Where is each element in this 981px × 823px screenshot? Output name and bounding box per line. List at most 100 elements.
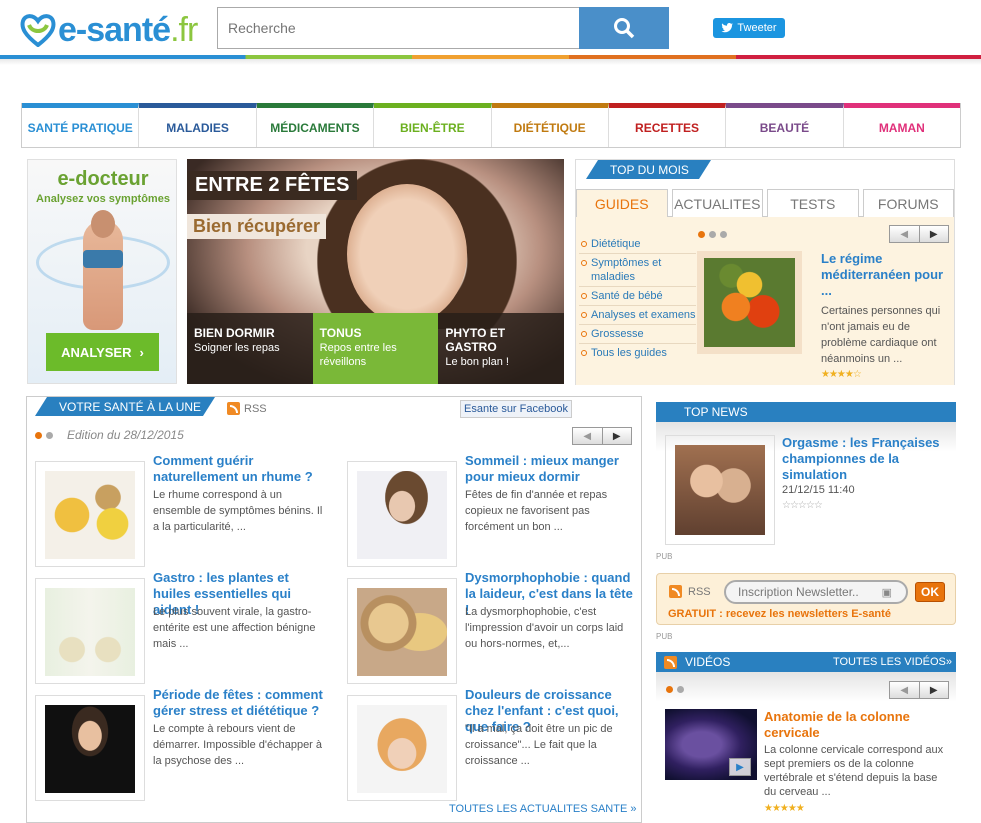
article-title[interactable]: Période de fêtes : comment gérer stress …	[153, 687, 323, 719]
carousel-dot[interactable]	[666, 686, 673, 693]
analyser-label: ANALYSER	[61, 344, 132, 360]
carousel-dot[interactable]	[35, 432, 42, 439]
pub-label: PUB	[656, 552, 673, 561]
carousel-dot[interactable]	[720, 231, 727, 238]
all-news-link[interactable]: TOUTES LES ACTUALITES SANTE »	[449, 803, 636, 815]
news-article[interactable]: Période de fêtes : comment gérer stress …	[27, 687, 327, 801]
site-logo[interactable]: e-santé.fr	[20, 10, 198, 50]
video-thumbnail[interactable]: ▶	[665, 709, 757, 780]
article-title[interactable]: Le régime méditerranéen pour ...	[821, 251, 946, 299]
news-article[interactable]: Gastro : les plantes et huiles essentiel…	[27, 570, 327, 684]
next-arrow-icon[interactable]: ▶	[920, 226, 949, 242]
guide-link[interactable]: Analyses et examens	[579, 306, 696, 325]
play-icon[interactable]: ▶	[729, 758, 751, 776]
top-news-date: 21/12/15 11:40	[782, 484, 855, 496]
tab-forums[interactable]: FORUMS	[862, 189, 954, 217]
article-title[interactable]: Comment guérir naturellement un rhume ?	[153, 453, 323, 485]
tab-tests[interactable]: TESTS	[767, 189, 859, 217]
newsletter-input[interactable]: Inscription Newsletter.. ▣	[724, 580, 908, 604]
rss-link[interactable]: RSS	[669, 585, 711, 598]
edition-date: Edition du 28/12/2015	[67, 428, 184, 442]
rating-stars: ★★★★★	[764, 803, 805, 814]
news-article[interactable]: Comment guérir naturellement un rhume ? …	[27, 453, 327, 567]
carousel-dot[interactable]	[709, 231, 716, 238]
carousel-dots	[666, 686, 684, 693]
newsletter-promo[interactable]: GRATUIT : recevez les newsletters E-sant…	[668, 608, 891, 620]
nav-tab-dietetique[interactable]: DIÉTÉTIQUE	[491, 103, 609, 147]
article-desc: Le compte à rebours vient de démarrer. I…	[153, 723, 323, 767]
tweet-label: Tweeter	[737, 22, 777, 34]
vegetables-image	[704, 258, 795, 347]
hero-tab-phyto-gastro[interactable]: PHYTO ET GASTRO Le bon plan !	[438, 313, 564, 384]
child-image	[357, 705, 447, 793]
rss-icon[interactable]	[664, 655, 677, 669]
guide-link[interactable]: Diététique	[579, 235, 696, 254]
top-news-thumbnail[interactable]	[665, 435, 775, 545]
guide-link[interactable]: Santé de bébé	[579, 287, 696, 306]
sleeping-woman-image	[357, 471, 447, 559]
article-thumbnail[interactable]	[347, 461, 457, 567]
chevron-right-icon: ›	[139, 344, 144, 360]
logo-text: e-santé	[58, 10, 171, 49]
article-desc: Le rhume correspond à un ensemble de sym…	[153, 489, 323, 533]
prev-arrow-icon[interactable]: ◀	[890, 682, 920, 698]
article-thumbnail[interactable]	[35, 461, 145, 567]
nav-tab-beaute[interactable]: BEAUTÉ	[726, 103, 844, 147]
newsletter-ok-button[interactable]: OK	[915, 582, 945, 602]
top-news-title[interactable]: Orgasme : les Françaises championnes de …	[782, 435, 947, 483]
nav-tab-recettes[interactable]: RECETTES	[608, 103, 727, 147]
nav-tab-maman[interactable]: MAMAN	[843, 103, 960, 147]
nav-tab-maladies[interactable]: MALADIES	[139, 103, 257, 147]
news-article[interactable]: Dysmorphophobie : quand la laideur, c'es…	[339, 570, 639, 684]
guide-link[interactable]: Symptômes et maladies	[579, 254, 696, 287]
newsletter-box: RSS Inscription Newsletter.. ▣ OK GRATUIT…	[656, 573, 956, 625]
all-videos-link[interactable]: TOUTES LES VIDÉOS»	[833, 656, 952, 668]
tab-actualites[interactable]: ACTUALITES	[671, 189, 763, 217]
prev-arrow-icon[interactable]: ◀	[573, 428, 603, 444]
rss-link[interactable]: RSS	[227, 402, 267, 415]
nav-tab-sante-pratique[interactable]: SANTÉ PRATIQUE	[22, 103, 140, 147]
header-shadow	[0, 59, 981, 65]
top-du-mois-panel: TOP DU MOIS GUIDES ACTUALITES TESTS FORU…	[575, 159, 955, 385]
guide-link[interactable]: Grossesse	[579, 325, 696, 344]
hero-tab-tonus[interactable]: TONUS Repos entre les réveillons	[312, 313, 439, 384]
videos-header: VIDÉOS TOUTES LES VIDÉOS»	[656, 652, 956, 672]
article-title[interactable]: Sommeil : mieux manger pour mieux dormir	[465, 453, 635, 485]
rss-label: RSS	[244, 402, 267, 415]
analyser-button[interactable]: ANALYSER ›	[46, 333, 159, 371]
next-arrow-icon[interactable]: ▶	[920, 682, 949, 698]
tab-guides[interactable]: GUIDES	[576, 189, 668, 218]
article-thumbnail[interactable]	[347, 578, 457, 684]
article-thumbnail[interactable]	[697, 251, 802, 354]
carousel-dot[interactable]	[677, 686, 684, 693]
search-icon	[614, 18, 635, 39]
hero-tab-bien-dormir[interactable]: BIEN DORMIR Soigner les repas	[187, 313, 313, 384]
hero-banner[interactable]: ENTRE 2 FÊTES Bien récupérer BIEN DORMIR…	[187, 159, 564, 384]
hero-tabs: BIEN DORMIR Soigner les repas TONUS Repos …	[187, 313, 564, 384]
hero-tab-sub: Soigner les repas	[194, 342, 280, 354]
video-title[interactable]: Anatomie de la colonne cervicale	[764, 709, 949, 741]
article-desc: Certaines personnes qui n'ont jamais eu …	[821, 305, 941, 365]
top-du-mois-tabs: GUIDES ACTUALITES TESTS FORUMS	[576, 189, 954, 218]
nav-tab-medicaments[interactable]: MÉDICAMENTS	[256, 103, 375, 147]
main-nav: SANTÉ PRATIQUE MALADIES MÉDICAMENTS BIEN…	[21, 103, 961, 148]
carousel-dot[interactable]	[698, 231, 705, 238]
carousel-dot[interactable]	[46, 432, 53, 439]
article-thumbnail[interactable]	[347, 695, 457, 801]
tweet-button[interactable]: Tweeter	[713, 18, 785, 38]
guide-link[interactable]: Tous les guides	[579, 344, 696, 362]
search-input[interactable]	[217, 7, 580, 49]
top-news-label: TOP NEWS	[656, 402, 956, 422]
rating-stars: ★★★★☆	[821, 369, 862, 380]
edocteur-banner[interactable]: e-docteur Analysez vos symptômes ANALYSE…	[27, 159, 177, 384]
article-thumbnail[interactable]	[35, 695, 145, 801]
nav-tab-bien-etre[interactable]: BIEN-ÊTRE	[374, 103, 492, 147]
search-button[interactable]	[579, 7, 669, 49]
edocteur-title: e-docteur	[57, 168, 149, 190]
facebook-button[interactable]: Esante sur Facebook	[460, 400, 572, 418]
news-article[interactable]: Sommeil : mieux manger pour mieux dormir…	[339, 453, 639, 567]
news-article[interactable]: Douleurs de croissance chez l'enfant : c…	[339, 687, 639, 801]
article-thumbnail[interactable]	[35, 578, 145, 684]
next-arrow-icon[interactable]: ▶	[603, 428, 632, 444]
prev-arrow-icon[interactable]: ◀	[890, 226, 920, 242]
